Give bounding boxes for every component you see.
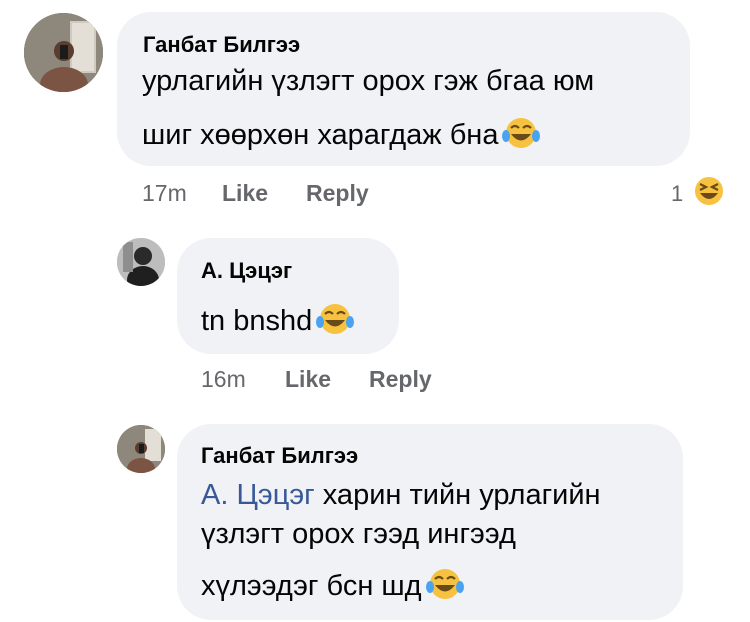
comment-author[interactable]: Ганбат Билгээ bbox=[201, 443, 358, 469]
laughing-tears-icon bbox=[502, 117, 541, 155]
comment-text-line: А. Цэцэг харин тийн урлагийн bbox=[201, 481, 601, 510]
comment-author[interactable]: А. Цэцэг bbox=[201, 258, 292, 284]
comment-text-line: үзлэгт орох гээд ингээд bbox=[201, 518, 516, 550]
comment-text: харин тийн урлагийн bbox=[314, 479, 601, 511]
comment-text-line: урлагийн үзлэгт орох гэж бгаа юм bbox=[142, 65, 595, 97]
reaction-count[interactable]: 1 bbox=[671, 181, 683, 207]
comment-text-line: хүлээдэг бсн шд bbox=[201, 568, 464, 606]
laughing-tears-icon bbox=[425, 568, 464, 606]
comment-text-line: tn bnshd bbox=[201, 303, 355, 341]
reply-button[interactable]: Reply bbox=[306, 182, 369, 205]
comment-author[interactable]: Ганбат Билгээ bbox=[143, 32, 300, 58]
avatar[interactable] bbox=[24, 13, 103, 92]
comment-time[interactable]: 17m bbox=[142, 182, 187, 205]
laughing-tears-icon bbox=[316, 303, 355, 341]
avatar[interactable] bbox=[117, 425, 165, 473]
comment-time[interactable]: 16m bbox=[201, 368, 246, 391]
mention-link[interactable]: А. Цэцэг bbox=[201, 479, 315, 511]
comment-text: хүлээдэг бсн шд bbox=[201, 570, 422, 602]
reply-button[interactable]: Reply bbox=[369, 368, 432, 391]
comment-text-line: шиг хөөрхөн харагдаж бна bbox=[142, 117, 541, 155]
comment-text: tn bnshd bbox=[201, 305, 313, 337]
comment-text: шиг хөөрхөн харагдаж бна bbox=[142, 119, 499, 151]
like-button[interactable]: Like bbox=[222, 182, 268, 205]
like-button[interactable]: Like bbox=[285, 368, 331, 391]
avatar[interactable] bbox=[117, 238, 165, 286]
laughing-squint-icon[interactable] bbox=[692, 174, 726, 213]
